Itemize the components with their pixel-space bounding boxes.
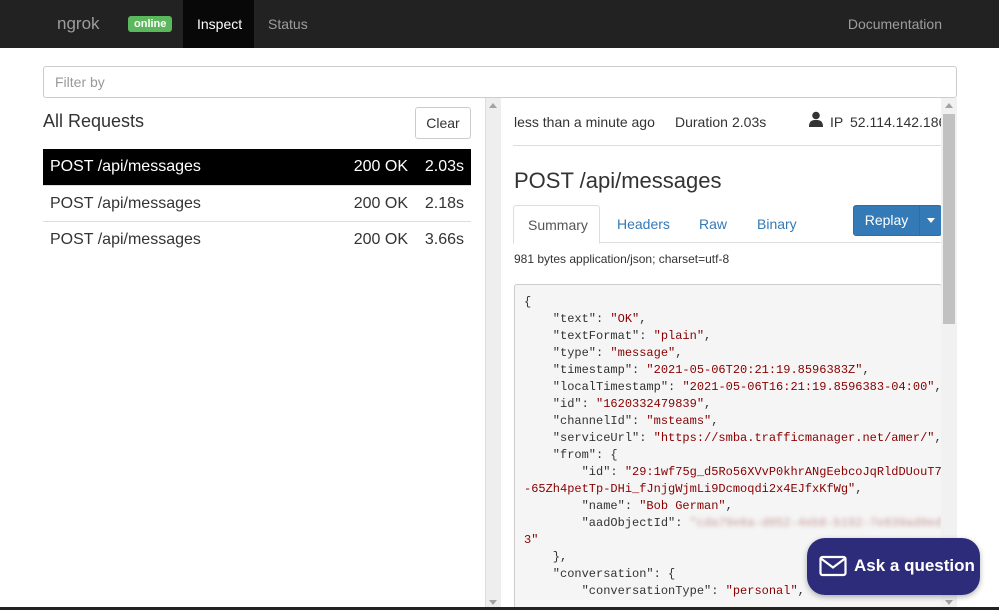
tab-binary[interactable]: Binary bbox=[743, 205, 811, 243]
request-path: POST /api/messages bbox=[50, 158, 201, 175]
request-duration: 3.66s bbox=[424, 231, 464, 248]
json-value: "2021-05-06T16:21:19.8596383-04:00" bbox=[682, 380, 935, 394]
json-value: "https://smba.trafficmanager.net/amer/" bbox=[653, 431, 935, 445]
brand-logo[interactable]: ngrok bbox=[57, 14, 100, 34]
request-status: 200 OK bbox=[353, 158, 408, 175]
replay-button[interactable]: Replay bbox=[853, 205, 942, 236]
json-value-redacted: "cda79e6a-d052-4eb8-b192-7e839ad0ed7 bbox=[689, 516, 942, 530]
json-value: "1620332479839" bbox=[596, 397, 705, 411]
tab-summary[interactable]: Summary bbox=[513, 205, 600, 244]
request-status: 200 OK bbox=[353, 231, 408, 248]
request-title: POST /api/messages bbox=[514, 168, 722, 193]
clear-button[interactable]: Clear bbox=[415, 107, 471, 139]
ask-question-button[interactable]: Ask a question bbox=[807, 538, 980, 595]
json-value: "Bob German" bbox=[639, 499, 726, 513]
duration-value: 2.03s bbox=[732, 114, 767, 130]
top-navbar: ngrok online Inspect Status Documentatio… bbox=[0, 0, 999, 48]
tab-raw[interactable]: Raw bbox=[685, 205, 741, 243]
request-row[interactable]: POST /api/messages 200 OK 2.18s bbox=[43, 185, 471, 221]
left-pane-scrollbar[interactable] bbox=[486, 98, 501, 610]
envelope-icon bbox=[819, 555, 847, 577]
request-duration: 2.03s bbox=[424, 158, 464, 175]
request-list: POST /api/messages 200 OK 2.03s POST /ap… bbox=[43, 149, 471, 257]
scroll-down-icon[interactable] bbox=[945, 600, 953, 605]
request-duration: 2.18s bbox=[424, 195, 464, 212]
request-row[interactable]: POST /api/messages 200 OK 2.03s bbox=[43, 149, 471, 185]
ip-value: 52.114.142.186 bbox=[850, 114, 947, 130]
scroll-up-icon[interactable] bbox=[489, 103, 497, 108]
content-type: 981 bytes application/json; charset=utf-… bbox=[514, 252, 730, 266]
json-value: -65Zh4petTp-DHi_fJnjgWjmLi9Dcmoqdi2x4EJf… bbox=[524, 482, 856, 496]
scroll-down-icon[interactable] bbox=[489, 600, 497, 605]
user-icon bbox=[809, 111, 823, 127]
ask-question-label: Ask a question bbox=[854, 556, 975, 575]
ip-label: IP bbox=[830, 114, 844, 130]
request-status: 200 OK bbox=[353, 195, 408, 212]
replay-label: Replay bbox=[864, 212, 909, 228]
json-value: "personal" bbox=[725, 584, 798, 598]
scroll-up-icon[interactable] bbox=[945, 103, 953, 108]
json-value: "message" bbox=[610, 346, 676, 360]
filter-input[interactable] bbox=[43, 66, 957, 98]
status-badge: online bbox=[128, 16, 173, 32]
requests-heading: All Requests bbox=[43, 111, 145, 131]
scrollbar-thumb[interactable] bbox=[943, 114, 955, 324]
json-value: "OK" bbox=[610, 312, 640, 326]
request-path: POST /api/messages bbox=[50, 195, 201, 212]
documentation-link[interactable]: Documentation bbox=[848, 0, 942, 48]
detail-separator bbox=[513, 145, 941, 146]
duration-label: Duration bbox=[675, 114, 728, 130]
request-detail-pane: less than a minute ago Duration 2.03s IP… bbox=[501, 98, 956, 610]
detail-scrollbar[interactable] bbox=[941, 98, 957, 610]
json-value: "msteams" bbox=[646, 414, 712, 428]
caret-down-icon[interactable] bbox=[927, 218, 935, 223]
json-value: "2021-05-06T20:21:19.8596383Z" bbox=[646, 363, 863, 377]
request-path: POST /api/messages bbox=[50, 231, 201, 248]
json-value: "plain" bbox=[653, 329, 705, 343]
time-ago: less than a minute ago bbox=[514, 114, 655, 130]
request-row[interactable]: POST /api/messages 200 OK 3.66s bbox=[43, 221, 471, 257]
json-value: 3" bbox=[524, 533, 539, 547]
tab-inspect[interactable]: Inspect bbox=[183, 0, 254, 48]
tab-headers[interactable]: Headers bbox=[603, 205, 684, 243]
json-value: "29:1wf75g_d5Ro56XVvP0khrANgEebcoJqRldDU… bbox=[624, 465, 942, 479]
tab-status[interactable]: Status bbox=[254, 0, 322, 48]
replay-split bbox=[919, 206, 920, 235]
